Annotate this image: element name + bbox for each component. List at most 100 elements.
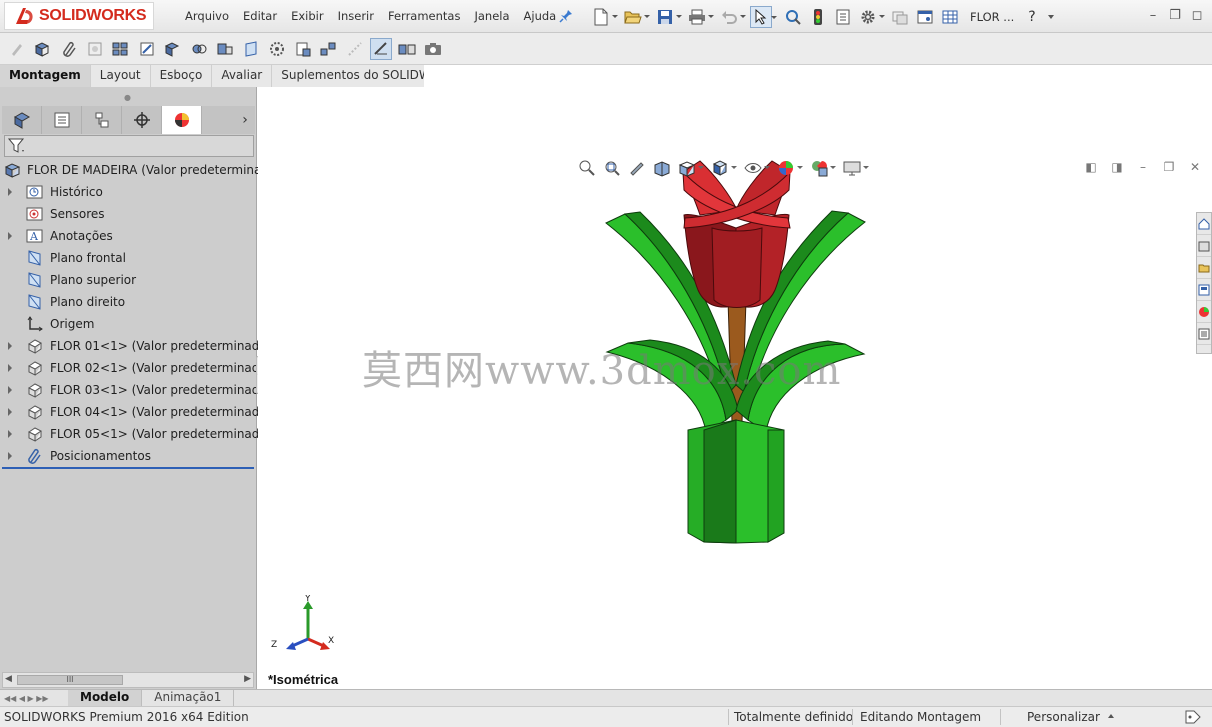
linear-pattern-button[interactable] <box>110 38 132 60</box>
pin-menu-icon[interactable] <box>558 8 574 24</box>
tab-animacao1[interactable]: Animação1 <box>142 690 235 706</box>
task-pane-view-palette-icon[interactable] <box>1197 279 1211 301</box>
configuration-manager-tab[interactable] <box>82 106 122 134</box>
section-view-button[interactable] <box>651 158 673 178</box>
menu-ferramentas[interactable]: Ferramentas <box>381 0 467 33</box>
rollback-bar[interactable] <box>2 467 254 469</box>
task-pane-home-icon[interactable] <box>1197 213 1211 235</box>
component-preview-button[interactable] <box>84 38 106 60</box>
tree-item-anotacoes[interactable]: A Anotações <box>0 225 257 247</box>
solidworks-logo[interactable]: SOLIDWORKS <box>4 2 154 30</box>
viewport-close-icon[interactable]: ✕ <box>1182 159 1208 175</box>
tree-item-plano-superior[interactable]: Plano superior <box>0 269 257 291</box>
edit-appearance-button[interactable] <box>775 158 803 178</box>
restore-icon[interactable]: ❐ <box>1164 4 1186 26</box>
display-style-button[interactable] <box>709 158 737 178</box>
expand-arrow-icon[interactable] <box>8 364 12 372</box>
file-properties-button[interactable] <box>832 6 854 28</box>
task-pane-design-library-icon[interactable] <box>1197 235 1211 257</box>
tab-modelo[interactable]: Modelo <box>68 690 143 706</box>
expand-arrow-icon[interactable] <box>8 188 12 196</box>
tree-item-flor-05[interactable]: FLOR 05<1> (Valor predeterminado<< <box>0 423 287 445</box>
window-list-button[interactable] <box>914 6 936 28</box>
help-dropdown-icon[interactable] <box>1047 15 1054 19</box>
options-button[interactable] <box>857 6 885 28</box>
customize-dropdown-icon[interactable] <box>1108 714 1114 718</box>
insert-components-button[interactable] <box>32 38 54 60</box>
explode-line-sketch-button[interactable] <box>344 38 366 60</box>
task-pane-appearances-icon[interactable] <box>1197 301 1211 323</box>
move-component-button[interactable] <box>162 38 184 60</box>
expand-arrow-icon[interactable] <box>8 386 12 394</box>
tree-item-historico[interactable]: Histórico <box>0 181 257 203</box>
scroll-thumb[interactable]: III <box>17 675 123 685</box>
previous-view-button[interactable] <box>626 158 648 178</box>
rebuild-button[interactable] <box>782 6 804 28</box>
display-manager-tab[interactable] <box>162 106 202 134</box>
tree-item-sensores[interactable]: Sensores <box>0 203 257 225</box>
expand-arrow-icon[interactable] <box>8 430 12 438</box>
show-hidden-button[interactable] <box>188 38 210 60</box>
expand-arrow-icon[interactable] <box>8 452 12 460</box>
apply-scene-button[interactable] <box>808 158 836 178</box>
units-tag-icon[interactable] <box>1184 709 1202 725</box>
menu-ajuda[interactable]: Ajuda <box>517 0 564 33</box>
menu-editar[interactable]: Editar <box>236 0 284 33</box>
new-motion-study-button[interactable] <box>266 38 288 60</box>
tree-item-origem[interactable]: Origem <box>0 313 257 335</box>
task-pane-file-explorer-icon[interactable] <box>1197 257 1211 279</box>
menu-janela[interactable]: Janela <box>467 0 516 33</box>
open-button[interactable] <box>622 6 650 28</box>
tree-item-flor-02[interactable]: FLOR 02<1> (Valor predeterminado<< <box>0 357 287 379</box>
minimize-icon[interactable]: – <box>1142 4 1164 26</box>
viewport-minimize-icon[interactable]: – <box>1130 159 1156 175</box>
reference-geometry-button[interactable] <box>240 38 262 60</box>
table-button[interactable] <box>939 6 961 28</box>
scroll-left-icon[interactable]: ◀ <box>5 674 12 684</box>
panel-grip[interactable]: ● <box>124 93 131 102</box>
tree-item-flor-04[interactable]: FLOR 04<1> (Valor predeterminado<< <box>0 401 287 423</box>
help-button[interactable]: ? <box>1028 9 1035 25</box>
zoom-to-fit-button[interactable] <box>576 158 598 178</box>
expand-arrow-icon[interactable] <box>8 342 12 350</box>
edit-component-button[interactable] <box>6 38 28 60</box>
tab-layout[interactable]: Layout <box>90 65 151 87</box>
select-button[interactable] <box>750 6 777 28</box>
view-settings-button[interactable] <box>841 158 869 178</box>
traffic-light-button[interactable] <box>807 6 829 28</box>
task-pane-custom-properties-icon[interactable] <box>1197 323 1211 345</box>
save-button[interactable] <box>654 6 682 28</box>
tab-esboco[interactable]: Esboço <box>150 65 213 87</box>
tree-root-assembly[interactable]: FLOR DE MADEIRA (Valor predeterminado< <box>0 159 286 181</box>
feature-manager-tab[interactable] <box>2 106 42 134</box>
new-document-button[interactable] <box>590 6 618 28</box>
tree-item-flor-01[interactable]: FLOR 01<1> (Valor predeterminado<< <box>0 335 287 357</box>
scroll-right-icon[interactable]: ▶ <box>244 674 251 684</box>
clearance-verification-button[interactable] <box>396 38 418 60</box>
tree-item-plano-frontal[interactable]: Plano frontal <box>0 247 257 269</box>
tree-item-plano-direito[interactable]: Plano direito <box>0 291 257 313</box>
bill-of-materials-button[interactable] <box>292 38 314 60</box>
windows-button[interactable] <box>889 6 911 28</box>
tab-montagem[interactable]: Montagem <box>0 65 91 87</box>
smart-fasteners-button[interactable] <box>136 38 158 60</box>
view-orientation-button[interactable] <box>676 158 704 178</box>
property-manager-tab[interactable] <box>42 106 82 134</box>
menu-inserir[interactable]: Inserir <box>331 0 381 33</box>
undo-button[interactable] <box>718 6 746 28</box>
tile-right-icon[interactable]: ◨ <box>1104 159 1130 175</box>
assembly-features-button[interactable] <box>214 38 236 60</box>
viewport-restore-icon[interactable]: ❐ <box>1156 159 1182 175</box>
maximize-icon[interactable]: ◻ <box>1186 4 1208 26</box>
snapshot-button[interactable] <box>422 38 444 60</box>
tree-item-flor-03[interactable]: FLOR 03<1> (Valor predeterminado<< <box>0 379 287 401</box>
dimxpert-tab[interactable] <box>122 106 162 134</box>
tree-item-posicionamentos[interactable]: Posicionamentos <box>0 445 257 467</box>
expand-arrow-icon[interactable] <box>8 408 12 416</box>
mate-button[interactable] <box>58 38 80 60</box>
print-button[interactable] <box>686 6 714 28</box>
zoom-to-area-button[interactable] <box>601 158 623 178</box>
tree-horizontal-scrollbar[interactable]: ◀ III ▶ <box>2 672 254 688</box>
tab-nav-arrows-icon[interactable]: ◀◀ ◀ ▶ ▶▶ <box>0 691 68 706</box>
expand-arrow-icon[interactable] <box>8 232 12 240</box>
